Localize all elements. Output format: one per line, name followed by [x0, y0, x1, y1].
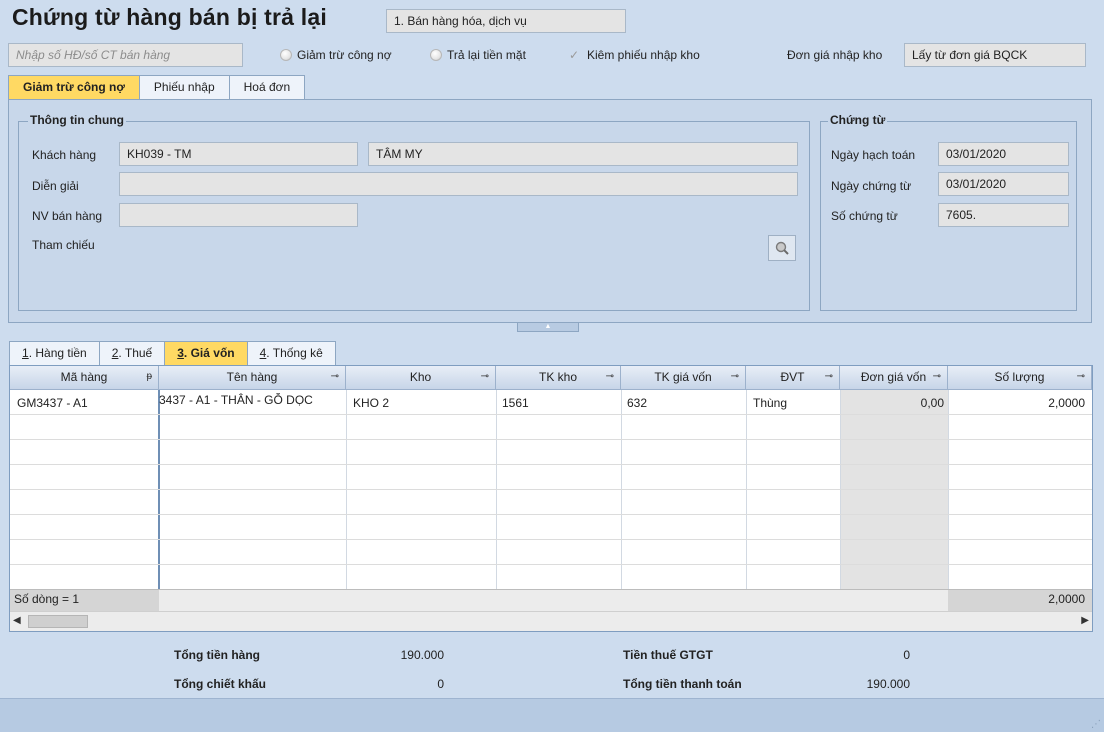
scroll-right-icon[interactable]: ▶ [1081, 615, 1089, 626]
unit-price-select[interactable]: Lấy từ đơn giá BQCK [904, 43, 1086, 67]
customer-label: Khách hàng [32, 148, 97, 162]
radio-deduct-label: Giảm trừ công nợ [297, 48, 392, 62]
cell-unit-cost[interactable]: 0,00 [842, 391, 944, 415]
sales-staff-label: NV bán hàng [32, 209, 103, 223]
tab-goods-money[interactable]: 1. Hàng tiền [9, 341, 100, 365]
customer-name-field[interactable]: TÂM MY [368, 142, 798, 166]
tab-receipt[interactable]: Phiếu nhập [138, 75, 230, 99]
radio-icon [430, 49, 442, 61]
cell-stock-account[interactable]: 1561 [502, 391, 617, 415]
cell-item-name[interactable]: 3437 - A1 - THÂN - GỖ DỌC [159, 388, 345, 412]
header-item-name[interactable]: Tên hàng ⊸ [159, 366, 346, 390]
pin-icon[interactable]: ⊸ [331, 366, 339, 388]
cell-cost-account[interactable]: 632 [627, 391, 742, 415]
cell-quantity[interactable]: 2,0000 [950, 391, 1085, 415]
checkmark-icon: ✓ [569, 48, 580, 62]
reference-label: Tham chiếu [32, 238, 95, 252]
resize-grip-icon[interactable]: ⋰ [1091, 719, 1101, 730]
header-unit-cost[interactable]: Đơn giá vốn ⊸ [840, 366, 948, 390]
posting-date-field[interactable]: 03/01/2020 [938, 142, 1069, 166]
radio-return-cash[interactable]: Trả lại tiền mặt [430, 48, 526, 62]
tab-cost-price[interactable]: 3. Giá vốn [164, 341, 248, 365]
posting-date-label: Ngày hạch toán [831, 148, 916, 162]
row-divider [10, 539, 1092, 540]
voucher-date-field[interactable]: 03/01/2020 [938, 172, 1069, 196]
row-divider [10, 464, 1092, 465]
goods-total-label: Tổng tiền hàng [174, 648, 260, 662]
description-label: Diễn giải [32, 179, 79, 193]
header-item-code[interactable]: Mã hàng ᵽ [10, 366, 159, 390]
discount-total-value: 0 [437, 677, 444, 691]
description-field[interactable] [119, 172, 798, 196]
invoice-search-input[interactable]: Nhập số HĐ/số CT bán hàng [8, 43, 243, 67]
general-info-title: Thông tin chung [28, 113, 126, 127]
row-divider [10, 439, 1092, 440]
pin-icon[interactable]: ⊸ [606, 366, 614, 388]
pin-icon[interactable]: ⊸ [731, 366, 739, 388]
detail-tab-bar: 1. Hàng tiền 2. Thuế 3. Giá vốn 4. Thống… [9, 341, 336, 365]
row-divider [10, 564, 1092, 565]
quantity-total: 2,0000 [1048, 592, 1085, 606]
tab-invoice[interactable]: Hoá đơn [228, 75, 306, 99]
tab-tax[interactable]: 2. Thuế [98, 341, 166, 365]
sales-staff-field[interactable] [119, 203, 358, 227]
radio-cash-label: Trả lại tiền mặt [447, 48, 526, 62]
header-unit[interactable]: ĐVT ⊸ [746, 366, 840, 390]
vat-label: Tiền thuế GTGT [623, 648, 713, 662]
cell-unit[interactable]: Thùng [753, 391, 837, 415]
pin-icon[interactable]: ⊸ [1077, 366, 1085, 388]
radio-icon [280, 49, 292, 61]
top-tab-bar: Giảm trừ công nợ Phiếu nhập Hoá đơn [8, 75, 306, 99]
collapse-panel-handle[interactable]: ▲ [517, 322, 579, 332]
checkbox-receipt[interactable]: ✓ Kiêm phiếu nhập kho [569, 48, 700, 62]
summary-blank [159, 590, 948, 611]
payment-total-label: Tổng tiền thanh toán [623, 677, 742, 691]
scrollbar-thumb[interactable] [28, 615, 88, 628]
row-divider [10, 514, 1092, 515]
status-bar: ⋰ [0, 698, 1104, 732]
row-divider [10, 489, 1092, 490]
voucher-type-select[interactable]: 1. Bán hàng hóa, dịch vụ [386, 9, 626, 33]
page-title: Chứng từ hàng bán bị trả lại [12, 4, 327, 30]
customer-code-field[interactable]: KH039 - TM [119, 142, 358, 166]
header-quantity[interactable]: Số lượng ⊸ [948, 366, 1092, 390]
unit-price-label: Đơn giá nhập kho [787, 48, 883, 62]
detail-grid: Mã hàng ᵽ Tên hàng ⊸ Kho ⊸ TK kho ⊸ TK giá v… [9, 365, 1093, 632]
voucher-no-label: Số chứng từ [831, 209, 898, 223]
magnifier-icon [775, 241, 789, 255]
voucher-date-label: Ngày chứng từ [831, 179, 912, 193]
horizontal-scrollbar[interactable]: ◀ ▶ [10, 611, 1092, 631]
tab-deduct-debt[interactable]: Giảm trừ công nợ [8, 75, 140, 99]
payment-total-value: 190.000 [866, 677, 910, 691]
scroll-left-icon[interactable]: ◀ [13, 615, 21, 626]
reference-search-button[interactable] [768, 235, 796, 261]
checkbox-receipt-label: Kiêm phiếu nhập kho [587, 48, 700, 62]
pin-icon[interactable]: ⊸ [825, 366, 833, 388]
row-count-label: Số dòng = 1 [14, 592, 80, 606]
pin-icon[interactable]: ⊸ [481, 366, 489, 388]
grid-summary-row: Số dòng = 1 2,0000 [10, 589, 1092, 611]
header-warehouse[interactable]: Kho ⊸ [346, 366, 496, 390]
radio-deduct-debt[interactable]: Giảm trừ công nợ [280, 48, 392, 62]
voucher-title: Chứng từ [828, 113, 888, 127]
header-stock-account[interactable]: TK kho ⊸ [496, 366, 621, 390]
goods-total-value: 190.000 [400, 648, 444, 662]
discount-total-label: Tổng chiết khấu [174, 677, 267, 691]
voucher-no-field[interactable]: 7605. [938, 203, 1069, 227]
header-cost-account[interactable]: TK giá vốn ⊸ [621, 366, 746, 390]
vat-value: 0 [903, 648, 910, 662]
tab-statistics[interactable]: 4. Thống kê [246, 341, 336, 365]
cell-warehouse[interactable]: KHO 2 [353, 391, 493, 415]
pin-icon[interactable]: ⊸ [933, 366, 941, 388]
pin-icon[interactable]: ᵽ [146, 366, 152, 388]
cell-item-code[interactable]: GM3437 - A1 [17, 391, 157, 415]
